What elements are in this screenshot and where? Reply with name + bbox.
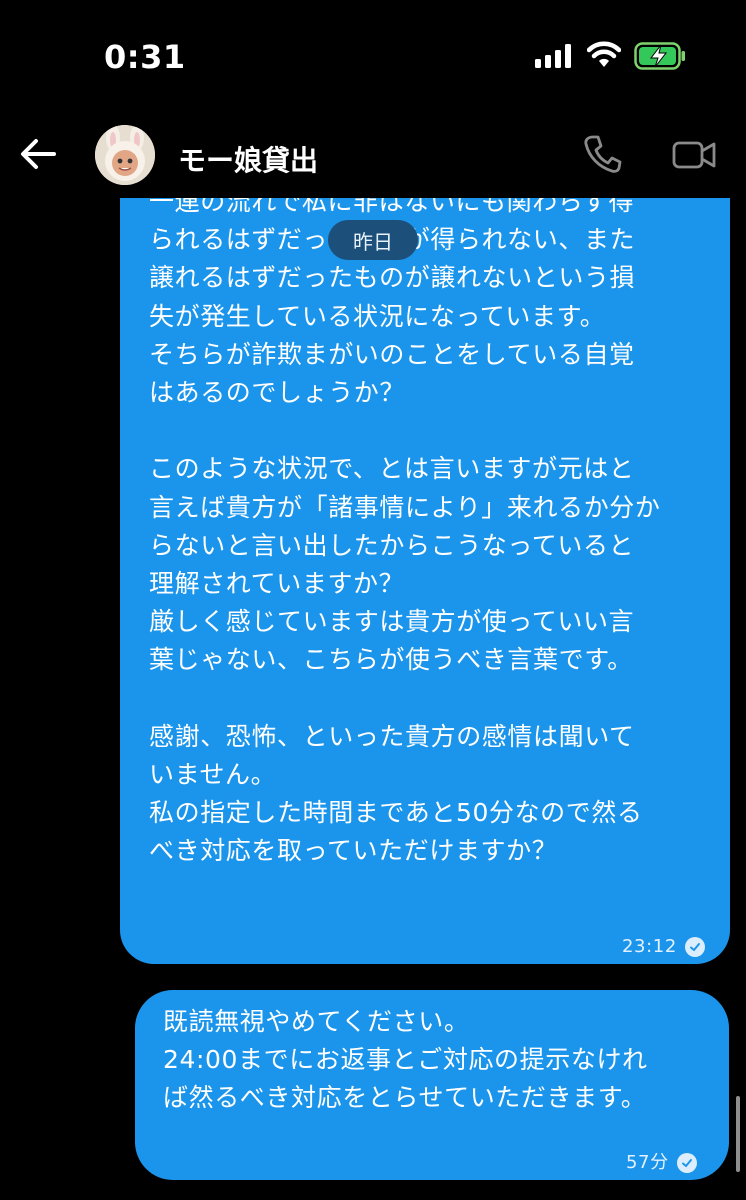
read-check-icon (676, 1153, 697, 1174)
phone-icon[interactable] (584, 134, 622, 174)
back-arrow-icon[interactable] (20, 138, 56, 170)
message-text: 既読無視やめてください。 24:00までにお返事とご対応の提示なけれ ば然るべき… (163, 1007, 648, 1113)
status-time: 0:31 (104, 38, 186, 76)
scrollbar[interactable] (736, 1096, 740, 1172)
message-time: 23:12 (622, 936, 677, 957)
date-separator: 昨日 (328, 220, 418, 260)
battery-charging-icon (634, 42, 685, 70)
read-check-icon (684, 937, 705, 958)
message-meta: 23:12 (622, 928, 705, 966)
video-call-icon[interactable] (672, 140, 716, 170)
wifi-icon (587, 41, 621, 67)
contact-name[interactable]: モー娘貸出 (178, 139, 318, 179)
outgoing-message-bubble[interactable]: 既読無視やめてください。 24:00までにお返事とご対応の提示なけれ ば然るべき… (135, 990, 729, 1180)
avatar-character-icon (95, 125, 155, 185)
message-time: 57分 (626, 1152, 669, 1173)
status-bar: 0:31 (0, 0, 746, 110)
message-meta: 57分 (626, 1144, 697, 1182)
message-list[interactable]: 一連の流れで私に非はないにも関わらず得 られるはずだったものが得られない、また … (0, 198, 746, 1200)
message-text: 一連の流れで私に非はないにも関わらず得 られるはずだったものが得られない、また … (149, 198, 661, 866)
contact-avatar[interactable] (95, 125, 155, 185)
signal-icon (535, 44, 571, 68)
outgoing-message-bubble[interactable]: 一連の流れで私に非はないにも関わらず得 られるはずだったものが得られない、また … (120, 198, 730, 964)
